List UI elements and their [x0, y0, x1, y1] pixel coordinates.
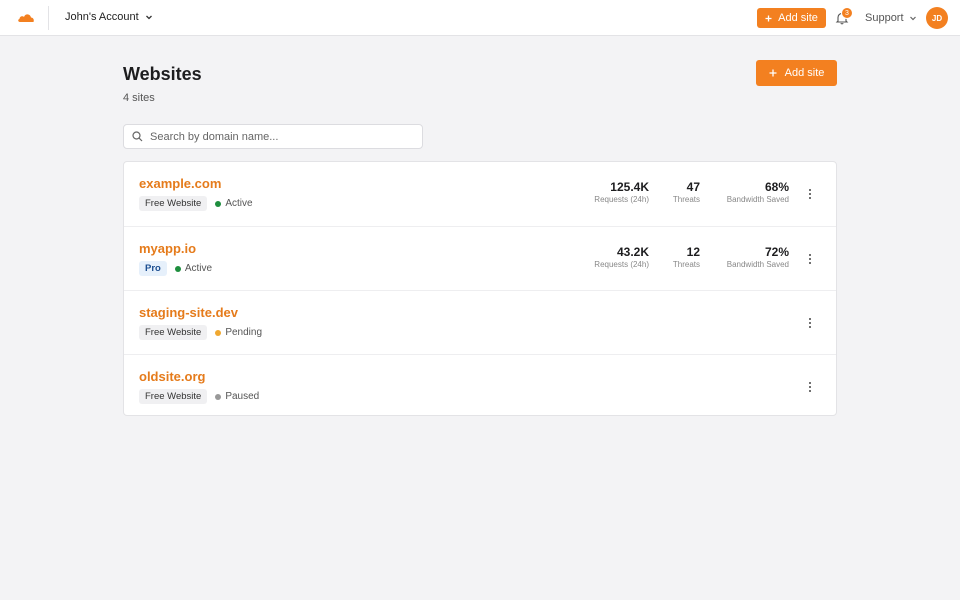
site-row[interactable]: example.com Free Website Active 125.4K R… [124, 162, 836, 226]
plan-badge: Free Website [139, 325, 208, 340]
chevron-down-icon [145, 15, 152, 20]
more-options-icon[interactable] [804, 315, 816, 331]
requests-stat: 43.2K Requests (24h) [594, 245, 649, 271]
plus-icon [765, 15, 772, 21]
status-dot [215, 393, 222, 400]
support-label: Support [865, 12, 904, 24]
account-switcher[interactable]: John's Account [65, 11, 153, 23]
search-box [123, 124, 423, 149]
more-options-icon[interactable] [804, 186, 816, 202]
site-row[interactable]: myapp.io Pro Active 43.2K Requests (24h)… [124, 226, 836, 290]
page-title: Websites [123, 64, 202, 84]
site-domain-link[interactable]: example.com [139, 176, 221, 191]
status-label: Paused [225, 391, 260, 402]
status-indicator: Paused [215, 391, 259, 402]
requests-value: 43.2K [616, 245, 649, 259]
threats-label: Threats [672, 195, 700, 204]
site-count: 4 sites [123, 92, 155, 104]
cloud-logo-icon[interactable] [17, 11, 35, 25]
add-site-label: Add site [784, 67, 825, 79]
bandwidth-value: 72% [764, 245, 789, 259]
site-domain-link[interactable]: oldsite.org [139, 369, 205, 384]
header-add-site-button[interactable]: Add site [757, 8, 826, 28]
plan-badge: Pro [139, 261, 167, 276]
requests-stat: 125.4K Requests (24h) [594, 180, 649, 206]
account-name: John's Account [65, 11, 139, 23]
site-row[interactable]: staging-site.dev Free Website Pending [124, 290, 836, 354]
threats-value: 47 [686, 180, 700, 194]
status-dot [215, 200, 222, 207]
threats-label: Threats [672, 260, 700, 269]
status-label: Pending [225, 327, 263, 338]
bandwidth-label: Bandwidth Saved [726, 260, 789, 269]
more-options-icon[interactable] [804, 251, 816, 267]
site-row[interactable]: oldsite.org Free Website Paused [124, 354, 836, 418]
search-input[interactable] [150, 130, 410, 143]
requests-label: Requests (24h) [594, 195, 649, 204]
status-indicator: Active [215, 198, 253, 209]
bandwidth-stat: 72% Bandwidth Saved [727, 245, 789, 271]
status-indicator: Pending [215, 327, 262, 338]
status-indicator: Active [174, 263, 213, 274]
search-icon [132, 131, 143, 142]
support-menu[interactable]: Support [865, 12, 917, 24]
chevron-down-icon [909, 16, 916, 21]
site-domain-link[interactable]: myapp.io [139, 241, 196, 256]
threats-value: 12 [686, 245, 700, 259]
sites-list: example.com Free Website Active 125.4K R… [123, 161, 837, 416]
avatar[interactable]: JD [926, 7, 948, 29]
requests-label: Requests (24h) [594, 260, 649, 269]
notification-badge: 3 [841, 7, 853, 19]
header-divider [48, 6, 49, 30]
threats-stat: 47 Threats [673, 180, 700, 206]
add-site-button[interactable]: Add site [756, 60, 837, 86]
more-options-icon[interactable] [804, 379, 816, 395]
status-label: Active [184, 263, 213, 274]
requests-value: 125.4K [610, 180, 649, 194]
status-label: Active [225, 198, 253, 209]
bandwidth-label: Bandwidth Saved [726, 195, 789, 204]
plus-icon [769, 69, 777, 77]
status-dot [215, 329, 222, 336]
plan-badge: Free Website [139, 389, 208, 404]
bandwidth-stat: 68% Bandwidth Saved [727, 180, 789, 206]
threats-stat: 12 Threats [673, 245, 700, 271]
site-domain-link[interactable]: staging-site.dev [139, 305, 238, 320]
plan-badge: Free Website [139, 196, 208, 211]
header-add-site-label: Add site [778, 12, 818, 24]
status-dot [174, 265, 181, 272]
top-bar: John's Account Add site 3 Support JD [0, 0, 960, 36]
bandwidth-value: 68% [764, 180, 789, 194]
